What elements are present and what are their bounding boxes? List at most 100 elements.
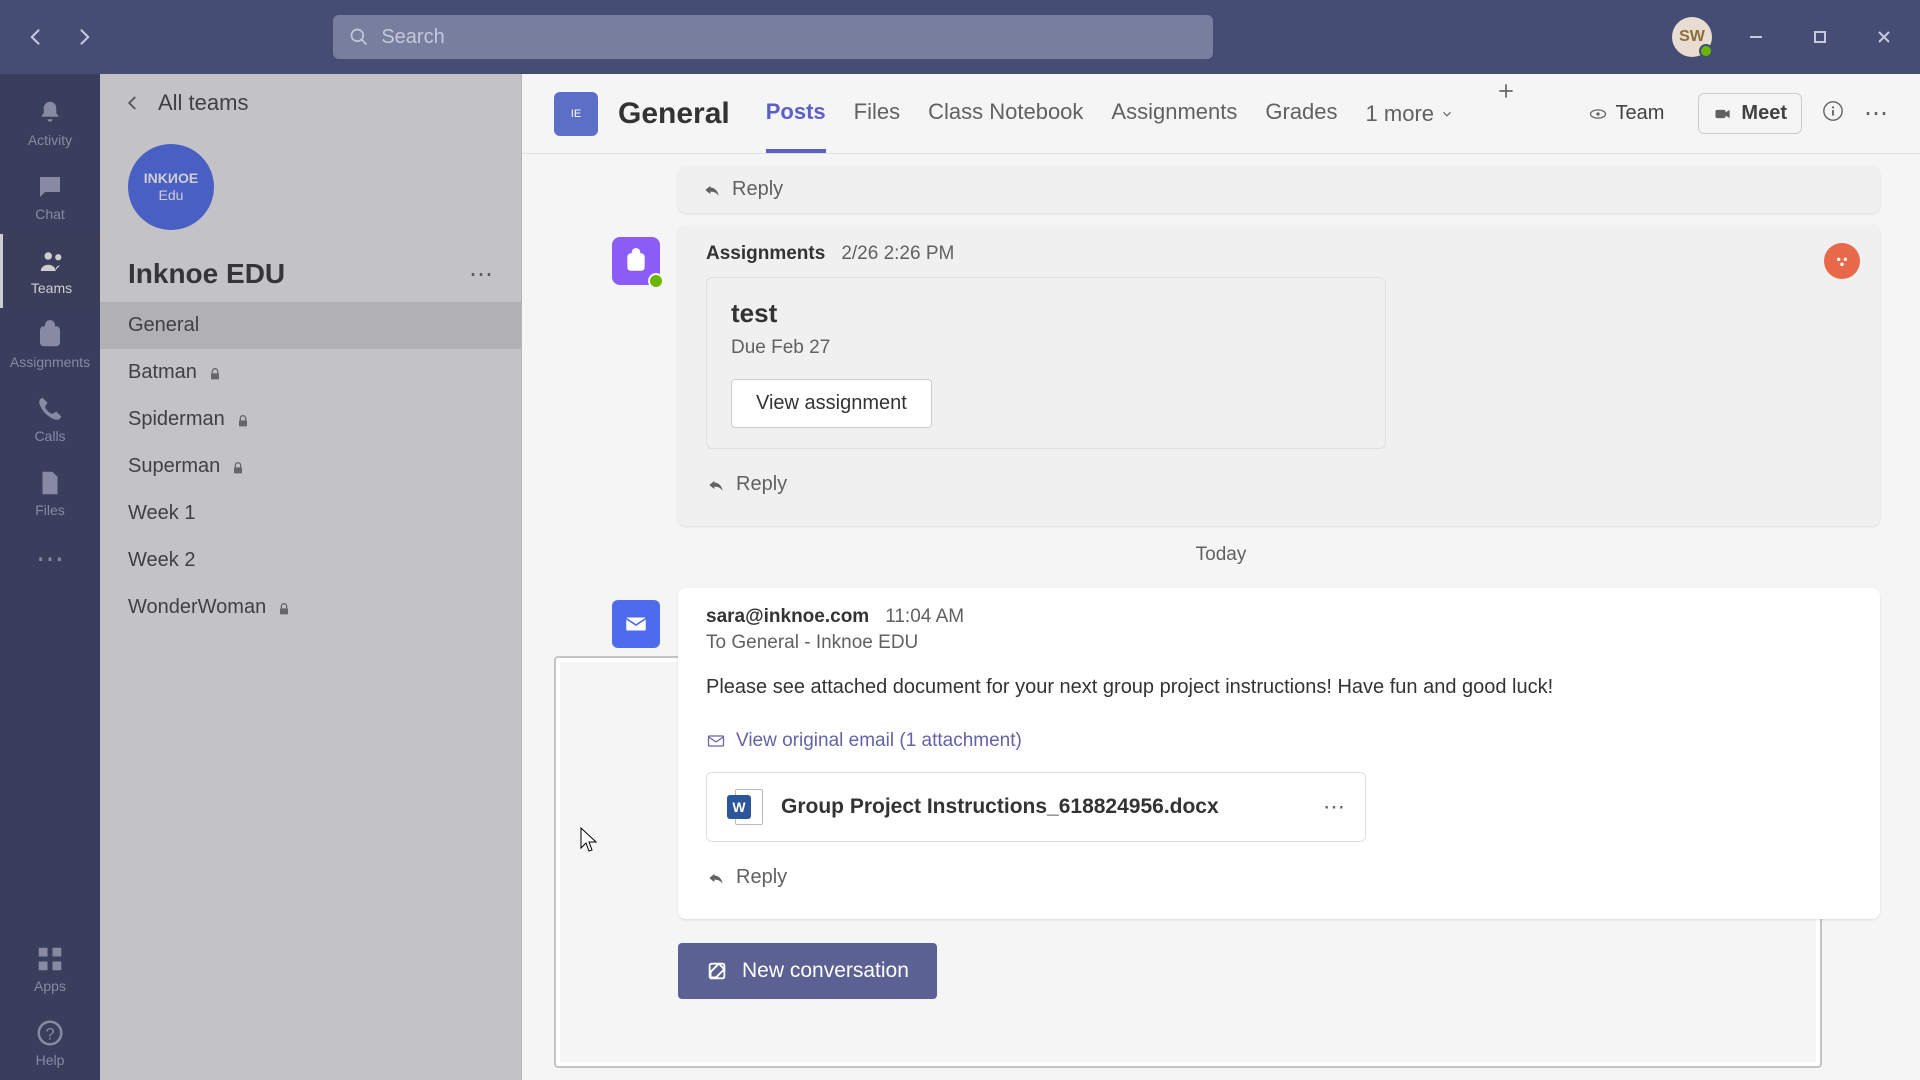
channel-title: General (618, 97, 730, 131)
search-input[interactable]: Search (333, 15, 1213, 59)
tab-class-notebook[interactable]: Class Notebook (928, 75, 1083, 153)
bell-icon (35, 98, 65, 128)
channel-label: Batman (128, 361, 197, 384)
close-button[interactable] (1864, 17, 1904, 57)
channel-spiderman[interactable]: Spiderman (100, 396, 521, 443)
meet-button[interactable]: Meet (1698, 93, 1802, 134)
rail-files[interactable]: Files (0, 456, 100, 530)
rail-more[interactable]: ⋯ (36, 530, 64, 587)
assignment-badge (1824, 243, 1860, 279)
sidebar: All teams INKИOE Edu Inknoe EDU ⋯ Genera… (100, 74, 522, 1080)
tab-posts[interactable]: Posts (766, 75, 826, 153)
channel-label: General (128, 314, 199, 337)
reply-icon (702, 180, 722, 200)
channel-general[interactable]: General (100, 302, 521, 349)
channel-avatar: IE (554, 92, 598, 136)
attachment-card[interactable]: W Group Project Instructions_618824956.d… (706, 772, 1366, 842)
lock-icon (235, 412, 251, 428)
apps-icon (35, 944, 65, 974)
team-avatar[interactable]: INKИOE Edu (128, 144, 214, 230)
add-tab-button[interactable] (1490, 75, 1522, 107)
presence-indicator (1699, 44, 1713, 58)
attachment-more-button[interactable]: ⋯ (1323, 794, 1345, 820)
tab-assignments[interactable]: Assignments (1111, 75, 1237, 153)
all-teams-link[interactable]: All teams (100, 90, 521, 136)
view-original-email-link[interactable]: View original email (1 attachment) (706, 730, 1852, 752)
tab-grades[interactable]: Grades (1265, 75, 1337, 153)
rail-apps[interactable]: Apps (0, 932, 100, 1006)
channel-batman[interactable]: Batman (100, 349, 521, 396)
tab-more[interactable]: 1 more (1366, 75, 1454, 153)
file-icon (35, 468, 65, 498)
message-time: 2/26 2:26 PM (841, 243, 954, 265)
assignment-title: test (731, 298, 1361, 329)
reply-icon (706, 868, 726, 888)
chat-icon (35, 172, 65, 202)
date-separator: Today (562, 526, 1880, 576)
info-icon (1822, 100, 1844, 122)
plus-icon (1496, 81, 1516, 101)
search-icon (349, 27, 369, 47)
assignment-card[interactable]: test Due Feb 27 View assignment (706, 277, 1386, 449)
reply-button[interactable]: Reply (706, 854, 1852, 901)
rail-teams[interactable]: Teams (0, 234, 100, 308)
email-avatar (612, 600, 660, 648)
email-from: sara@inknoe.com (706, 606, 869, 628)
assignment-avatar (612, 237, 660, 285)
tab-files[interactable]: Files (854, 75, 900, 153)
team-button[interactable]: Team (1574, 94, 1679, 133)
app-rail: Activity Chat Teams Assignments Calls Fi… (0, 74, 100, 1080)
content-area: IE General Posts Files Class Notebook As… (522, 74, 1920, 1080)
email-message: sara@inknoe.com 11:04 AM To General - In… (678, 588, 1880, 919)
minimize-button[interactable] (1736, 17, 1776, 57)
rail-activity[interactable]: Activity (0, 86, 100, 160)
user-avatar[interactable]: SW (1672, 17, 1712, 57)
message-author: Assignments (706, 243, 825, 265)
lock-icon (207, 365, 223, 381)
channel-label: Spiderman (128, 408, 225, 431)
help-icon: ? (35, 1018, 65, 1048)
channel-label: WonderWoman (128, 596, 266, 619)
rail-assignments[interactable]: Assignments (0, 308, 100, 382)
header-more-button[interactable]: ⋯ (1864, 99, 1888, 128)
view-assignment-button[interactable]: View assignment (731, 379, 932, 428)
video-icon (1713, 104, 1733, 124)
channel-header: IE General Posts Files Class Notebook As… (522, 74, 1920, 154)
svg-text:?: ? (45, 1025, 54, 1043)
rail-chat[interactable]: Chat (0, 160, 100, 234)
envelope-icon (623, 611, 649, 637)
eye-icon (1588, 104, 1608, 124)
backpack-icon (35, 320, 65, 350)
teams-icon (37, 246, 67, 276)
assignment-due: Due Feb 27 (731, 337, 1361, 359)
reply-button[interactable]: Reply (678, 166, 1880, 213)
channel-superman[interactable]: Superman (100, 443, 521, 490)
channel-label: Week 2 (128, 549, 195, 572)
titlebar: Search SW (0, 0, 1920, 74)
new-conversation-button[interactable]: New conversation (678, 943, 937, 999)
channel-label: Week 1 (128, 502, 195, 525)
compose-icon (706, 960, 728, 982)
channel-week-2[interactable]: Week 2 (100, 537, 521, 584)
channel-wonderwoman[interactable]: WonderWoman (100, 584, 521, 631)
channel-week-1[interactable]: Week 1 (100, 490, 521, 537)
rail-calls[interactable]: Calls (0, 382, 100, 456)
maximize-button[interactable] (1800, 17, 1840, 57)
email-time: 11:04 AM (885, 606, 964, 628)
nav-back-button[interactable] (16, 17, 56, 57)
reply-button[interactable]: Reply (706, 461, 1852, 508)
search-placeholder: Search (381, 26, 444, 49)
nav-forward-button[interactable] (64, 17, 104, 57)
team-name: Inknoe EDU (128, 258, 285, 290)
info-button[interactable] (1822, 100, 1844, 127)
rail-help[interactable]: ? Help (0, 1006, 100, 1080)
email-to: To General - Inknoe EDU (706, 632, 1852, 654)
envelope-icon (706, 731, 726, 751)
lock-icon (230, 459, 246, 475)
team-more-button[interactable]: ⋯ (469, 260, 493, 289)
chevron-down-icon (1440, 107, 1454, 121)
chevron-left-icon (124, 94, 142, 112)
attachment-name: Group Project Instructions_618824956.doc… (781, 795, 1305, 819)
email-body: Please see attached document for your ne… (706, 672, 1852, 702)
assignment-message: Assignments 2/26 2:26 PM test Due Feb 27… (678, 225, 1880, 526)
